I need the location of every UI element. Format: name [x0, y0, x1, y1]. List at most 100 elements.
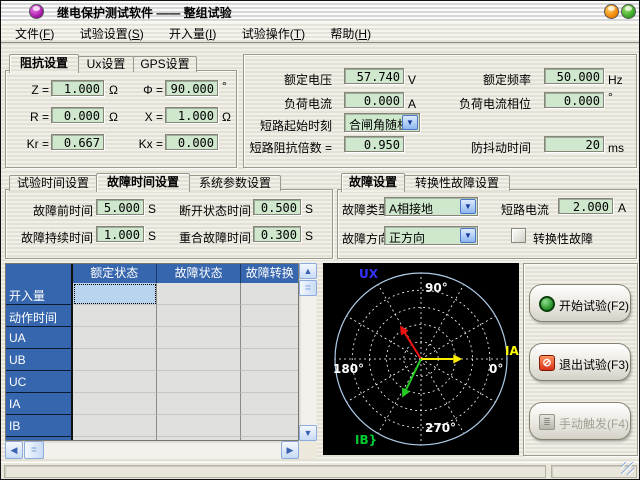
tab-ux-settings[interactable]: Ux设置	[78, 56, 134, 72]
fault-duration-input[interactable]: 1.000	[96, 226, 144, 242]
scroll-down-button[interactable]: ▼	[299, 425, 317, 441]
tab-fault-settings[interactable]: 故障设置	[341, 173, 405, 192]
rated-voltage-input[interactable]: 57.740	[344, 68, 404, 84]
z-label: Z =	[11, 83, 49, 97]
h-scrollbar[interactable]	[5, 441, 299, 459]
open-state-time-input[interactable]: 0.500	[253, 199, 301, 215]
sc-start-select[interactable]: 合闸角随机 ▼	[344, 113, 420, 132]
exit-test-button[interactable]: ⊘ 退出试验(F3)	[529, 343, 631, 381]
minimize-button[interactable]	[604, 4, 619, 19]
tab-impedance-settings[interactable]: 阻抗设置	[9, 54, 79, 73]
table-cell[interactable]	[73, 305, 157, 327]
fault-type-select[interactable]: A相接地 ▼	[384, 197, 478, 216]
table-cell[interactable]	[241, 283, 298, 305]
app-icon[interactable]	[29, 4, 44, 19]
v-scroll-thumb[interactable]: ≣	[299, 280, 317, 296]
menu-test-settings[interactable]: 试验设置(S)	[72, 22, 152, 42]
table-cell[interactable]	[157, 371, 241, 393]
table-cell[interactable]	[157, 415, 241, 437]
chevron-down-icon[interactable]: ▼	[402, 115, 418, 130]
table-cell[interactable]	[241, 415, 298, 437]
table-cell[interactable]	[73, 393, 157, 415]
manual-trigger-icon: ≣	[539, 414, 555, 430]
table-cell[interactable]	[241, 393, 298, 415]
debounce-unit: ms	[608, 141, 624, 155]
table-cell[interactable]	[73, 327, 157, 349]
tab-convert-fault-settings[interactable]: 转换性故障设置	[404, 175, 510, 191]
prefault-time-input[interactable]: 5.000	[96, 199, 144, 215]
rated-voltage-unit: V	[408, 73, 416, 87]
fault-type-value: A相接地	[389, 200, 433, 217]
tab-gps-settings[interactable]: GPS设置	[133, 56, 197, 72]
scroll-right-button[interactable]: ▶	[281, 441, 299, 459]
x-input[interactable]: 1.000	[165, 107, 218, 123]
load-phase-input[interactable]: 0.000	[544, 92, 604, 108]
convert-fault-checkbox[interactable]	[511, 228, 526, 243]
x-label: X =	[121, 110, 163, 124]
r-input[interactable]: 0.000	[51, 107, 104, 123]
table-row: UC	[6, 371, 298, 393]
angle-label-180: 180°	[333, 362, 364, 376]
resize-grip[interactable]	[621, 462, 634, 475]
table-cell[interactable]	[241, 305, 298, 327]
reclose-fault-time-label: 重合故障时间	[163, 229, 251, 243]
z-input[interactable]: 1.000	[51, 80, 104, 96]
angle-label-90: 90°	[425, 281, 448, 295]
reclose-fault-time-input[interactable]: 0.300	[253, 226, 301, 242]
col-header-fault-convert[interactable]: 故障转换	[241, 264, 298, 283]
window-title: 继电保护测试软件 —— 整组试验	[57, 4, 232, 21]
col-header-rated-state[interactable]: 额定状态	[73, 264, 157, 283]
app-window: 继电保护测试软件 —— 整组试验 文件(F) 试验设置(S) 开入量(I) 试验…	[0, 0, 640, 480]
load-current-label: 负荷电流	[243, 95, 332, 109]
table-cell[interactable]	[73, 371, 157, 393]
close-button[interactable]	[621, 4, 636, 19]
scroll-up-button[interactable]: ▲	[299, 263, 317, 279]
tab-test-time[interactable]: 试验时间设置	[9, 175, 97, 191]
table-cell[interactable]	[241, 327, 298, 349]
table-cell[interactable]	[157, 393, 241, 415]
menu-file[interactable]: 文件(F)	[7, 22, 62, 42]
manual-trigger-button[interactable]: ≣ 手动触发(F4)	[529, 402, 631, 440]
start-test-button[interactable]: 开始试验(F2)	[529, 284, 631, 322]
chevron-down-icon[interactable]: ▼	[460, 199, 476, 214]
fault-direction-select[interactable]: 正方向 ▼	[384, 226, 478, 245]
exit-test-label: 退出试验(F3)	[559, 356, 629, 373]
sc-current-label: 短路电流	[497, 201, 549, 215]
sc-multiple-input[interactable]: 0.950	[344, 136, 404, 152]
r-unit: Ω	[109, 110, 118, 124]
table-cell[interactable]	[241, 349, 298, 371]
load-phase-label: 负荷电流相位	[423, 95, 531, 109]
tab-fault-time[interactable]: 故障时间设置	[96, 173, 190, 192]
rated-freq-input[interactable]: 50.000	[544, 68, 604, 84]
kr-input[interactable]: 0.667	[51, 134, 104, 150]
menu-binary-input[interactable]: 开入量(I)	[161, 22, 224, 42]
table-cell[interactable]	[73, 415, 157, 437]
phi-label: Φ =	[121, 83, 163, 97]
menu-help[interactable]: 帮助(H)	[322, 22, 379, 42]
table-cell[interactable]	[73, 349, 157, 371]
table-cell[interactable]	[157, 349, 241, 371]
sc-current-input[interactable]: 2.000	[558, 198, 613, 214]
col-header-fault-state[interactable]: 故障状态	[157, 264, 241, 283]
table-cell[interactable]	[241, 371, 298, 393]
tab-system-params[interactable]: 系统参数设置	[189, 175, 281, 191]
phi-input[interactable]: 90.000	[165, 80, 218, 96]
table-cell[interactable]	[157, 305, 241, 327]
title-bar[interactable]: 继电保护测试软件 —— 整组试验	[1, 1, 640, 23]
load-current-input[interactable]: 0.000	[344, 92, 404, 108]
chevron-down-icon[interactable]: ▼	[460, 228, 476, 243]
menu-test-operation[interactable]: 试验操作(T)	[234, 22, 313, 42]
sc-start-label: 短路起始时刻	[243, 117, 332, 131]
reclose-fault-time-unit: S	[305, 229, 313, 243]
fault-direction-value: 正方向	[389, 229, 425, 246]
start-test-icon	[539, 296, 555, 312]
debounce-input[interactable]: 20	[544, 136, 604, 152]
table-cell[interactable]	[157, 283, 241, 305]
kx-input[interactable]: 0.000	[165, 134, 218, 150]
menu-bar: 文件(F) 试验设置(S) 开入量(I) 试验操作(T) 帮助(H)	[1, 22, 640, 43]
table-cell[interactable]	[157, 327, 241, 349]
h-scroll-thumb[interactable]: ≣	[24, 441, 44, 459]
table-cell[interactable]	[73, 283, 157, 305]
scroll-left-button[interactable]: ◀	[5, 441, 23, 459]
vector-label-ib: IB}	[355, 433, 377, 447]
